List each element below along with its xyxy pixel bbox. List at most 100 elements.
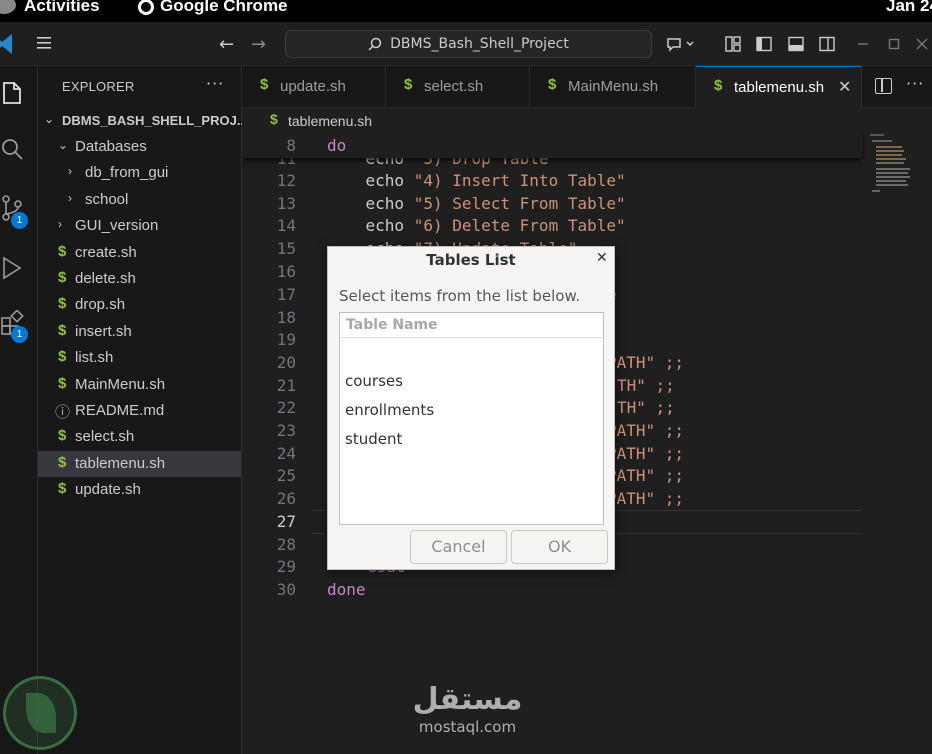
tree-folder-databases[interactable]: ⌄ Databases: [38, 134, 241, 160]
code-fragment: TH" ;;: [617, 376, 675, 395]
tree-file-update[interactable]: $ update.sh: [38, 477, 241, 503]
minimize-icon[interactable]: [855, 36, 871, 52]
explorer-more-icon[interactable]: ···: [206, 74, 224, 93]
line-number: 26: [276, 489, 296, 508]
activities-button[interactable]: Activities: [24, 0, 100, 16]
table-list[interactable]: Table Name courses enrollments student: [339, 312, 604, 525]
line-number: 25: [276, 466, 296, 485]
tree-file-insert[interactable]: $ insert.sh: [38, 319, 241, 345]
toggle-secondary-sidebar-icon[interactable]: [819, 36, 835, 52]
leaf-icon: [26, 693, 56, 733]
line-number: 16: [276, 262, 296, 281]
close-tab-icon[interactable]: ✕: [838, 77, 851, 97]
sticky-scroll-line[interactable]: 8 do: [242, 132, 862, 158]
ok-button[interactable]: OK: [511, 530, 608, 564]
breadcrumb: $ tablemenu.sh: [242, 108, 932, 132]
editor-scrollbar[interactable]: [918, 132, 932, 754]
forward-arrow-icon[interactable]: →: [251, 34, 266, 55]
code-fragment: PATH" ;;: [607, 466, 684, 485]
toggle-panel-icon[interactable]: [788, 36, 804, 52]
list-item[interactable]: student: [345, 430, 402, 448]
tab-tablemenu[interactable]: $ tablemenu.sh ✕: [696, 66, 862, 108]
editor-more-icon[interactable]: ···: [906, 74, 924, 93]
tree-folder-db-from-gui[interactable]: › db_from_gui: [38, 160, 241, 186]
copilot-icon[interactable]: [666, 36, 696, 52]
tree-file-delete[interactable]: $ delete.sh: [38, 266, 241, 292]
code-command: echo: [365, 171, 405, 190]
list-item[interactable]: courses: [345, 372, 403, 390]
code-string: "6) Delete From Table": [413, 216, 626, 235]
breadcrumb-file[interactable]: tablemenu.sh: [288, 113, 372, 129]
tree-item-label: school: [85, 191, 129, 208]
tab-mainmenu[interactable]: $ MainMenu.sh: [530, 66, 696, 108]
column-header[interactable]: Table Name: [340, 313, 603, 338]
tab-label: tablemenu.sh: [734, 79, 825, 96]
code-string: PATH" ;;: [607, 444, 685, 463]
cancel-button[interactable]: Cancel: [410, 530, 507, 564]
line-number: 12: [276, 171, 296, 190]
tab-label: update.sh: [280, 78, 346, 95]
title-bar: ← → DBMS_Bash_Shell_Project: [0, 22, 932, 66]
line-number: 18: [276, 308, 296, 327]
menu-icon[interactable]: [36, 36, 52, 50]
code-line: done: [327, 580, 366, 599]
list-item[interactable]: enrollments: [345, 401, 434, 419]
back-arrow-icon[interactable]: ←: [219, 34, 234, 55]
tree-item-label: GUI_version: [75, 217, 159, 234]
search-view-icon[interactable]: [0, 136, 24, 164]
minimap[interactable]: [868, 132, 910, 202]
explorer-title: EXPLORER: [62, 79, 135, 94]
tree-item-label: Databases: [75, 138, 147, 155]
close-icon[interactable]: ✕: [596, 250, 608, 266]
system-top-bar: Activities Google Chrome Jan 24: [0, 0, 932, 22]
tree-file-readme[interactable]: ⓘ README.md: [38, 398, 241, 424]
tree-root-folder[interactable]: ⌄ DBMS_BASH_SHELL_PROJ...: [38, 108, 248, 134]
app-menu[interactable]: Google Chrome: [138, 0, 288, 16]
chevron-down-icon: ⌄: [58, 138, 69, 152]
tree-item-label: create.sh: [75, 244, 137, 261]
tree-file-tablemenu[interactable]: $ tablemenu.sh: [38, 451, 241, 477]
tree-file-mainmenu[interactable]: $ MainMenu.sh: [38, 372, 241, 398]
tab-select[interactable]: $ select.sh: [386, 66, 530, 108]
customize-layout-icon[interactable]: [725, 36, 741, 52]
line-number: 15: [276, 239, 296, 258]
tree-file-drop[interactable]: $ drop.sh: [38, 292, 241, 318]
split-editor-icon[interactable]: [875, 78, 892, 94]
shell-file-icon: $: [58, 348, 67, 365]
tab-label: MainMenu.sh: [568, 78, 659, 95]
code-fragment: PATH" ;;: [607, 489, 684, 508]
explorer-files-icon[interactable]: [0, 78, 24, 106]
code-string: PATH" ;;: [607, 353, 685, 372]
chevron-right-icon: ›: [68, 164, 72, 178]
watermark-latin: mostaql.com: [418, 718, 517, 736]
code-line: echo "4) Insert Into Table": [327, 171, 626, 190]
tree-folder-gui-version[interactable]: › GUI_version: [38, 213, 241, 239]
shell-file-icon: $: [58, 375, 67, 392]
code-string: PATH" ;;: [607, 489, 685, 508]
code-string: TH" ;;: [617, 376, 675, 395]
tree-item-label: list.sh: [75, 349, 114, 366]
tree-file-create[interactable]: $ create.sh: [38, 240, 241, 266]
close-window-icon[interactable]: [914, 36, 930, 52]
clock[interactable]: Jan 24: [886, 0, 932, 16]
maximize-icon[interactable]: [886, 36, 902, 52]
shell-file-icon: $: [58, 480, 67, 497]
run-debug-icon[interactable]: [0, 254, 24, 282]
code-fragment: TH" ;;: [617, 398, 675, 417]
extensions-badge: 1: [11, 326, 28, 343]
gnome-logo-icon: [0, 0, 16, 14]
chevron-down-icon: ⌄: [44, 112, 55, 126]
toggle-sidebar-icon[interactable]: [756, 36, 772, 52]
editor-tab-bar: $ update.sh $ select.sh $ MainMenu.sh $ …: [242, 66, 932, 108]
command-center-search[interactable]: DBMS_Bash_Shell_Project: [285, 30, 652, 58]
line-number: 17: [276, 285, 296, 304]
tab-update[interactable]: $ update.sh: [242, 66, 386, 108]
tree-file-select[interactable]: $ select.sh: [38, 424, 241, 450]
tree-item-label: tablemenu.sh: [75, 455, 166, 472]
watermark-logo: [3, 676, 77, 750]
tree-folder-school[interactable]: › school: [38, 187, 241, 213]
line-number: 23: [276, 421, 296, 440]
tree-file-list[interactable]: $ list.sh: [38, 345, 241, 371]
chrome-icon: [138, 0, 154, 15]
tree-item-label: delete.sh: [75, 270, 136, 287]
